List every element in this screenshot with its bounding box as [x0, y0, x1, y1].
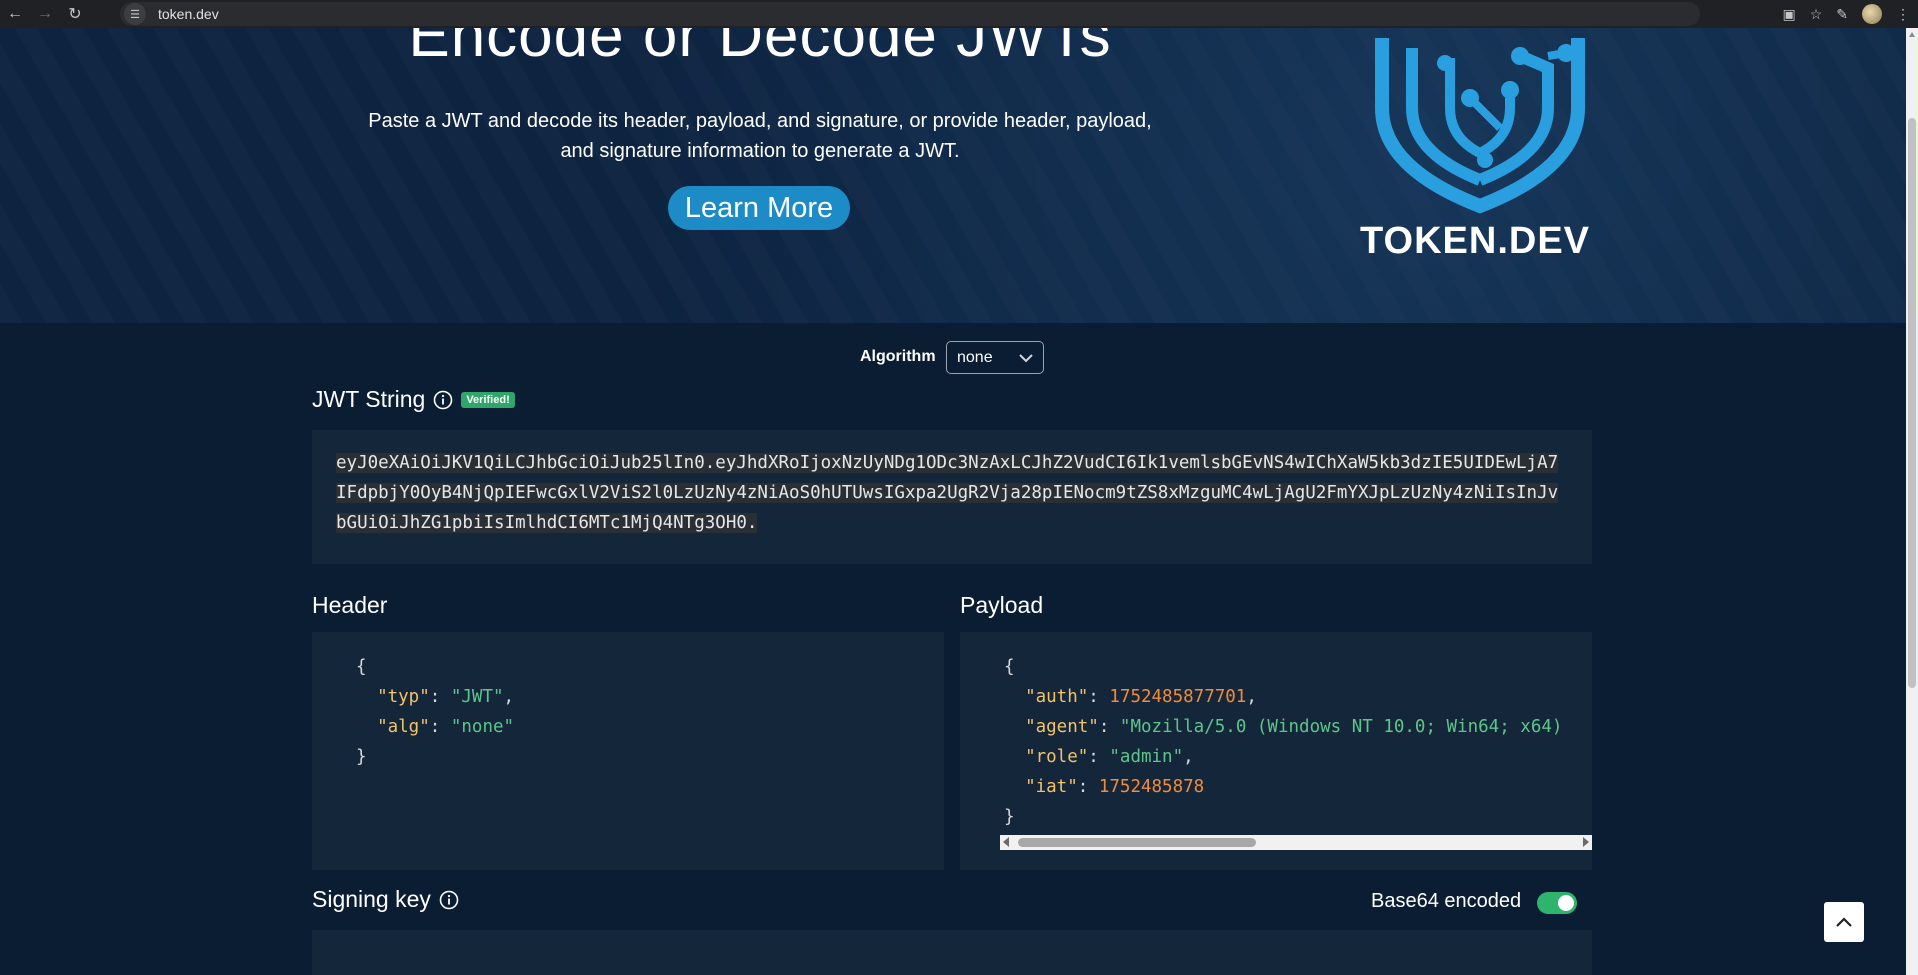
header-title: Header — [312, 592, 388, 618]
extensions-icon[interactable]: ✎ — [1836, 6, 1848, 23]
scroll-left-icon[interactable] — [1003, 837, 1009, 847]
json-value: "none" — [450, 717, 515, 737]
token-dev-shield-logo — [1375, 38, 1585, 214]
site-info-icon[interactable]: ☰ — [124, 3, 146, 25]
back-to-top-button[interactable] — [1824, 902, 1864, 942]
info-icon[interactable] — [433, 390, 453, 410]
signing-key-input[interactable] — [312, 930, 1592, 975]
json-key: "auth" — [1025, 687, 1089, 707]
hero-title: Encode or Decode JWTs — [408, 28, 1112, 70]
page-scrollbar-thumb[interactable] — [1908, 118, 1916, 688]
menu-kebab-icon[interactable]: ⋮ — [1896, 6, 1910, 23]
json-key: "typ" — [377, 687, 430, 707]
algorithm-label: Algorithm — [860, 348, 936, 365]
page-scrollbar[interactable] — [1906, 28, 1918, 975]
verified-badge: Verified! — [461, 391, 515, 408]
base64-encoded-label: Base64 encoded — [1371, 890, 1522, 912]
toggle-knob — [1558, 895, 1574, 911]
bookmark-star-icon[interactable]: ☆ — [1810, 6, 1823, 23]
chevron-down-icon — [1019, 353, 1033, 362]
jwt-string-input[interactable]: eyJ0eXAiOiJKV1QiLCJhbGciOiJub25lIn0.eyJh… — [312, 430, 1592, 564]
algorithm-selected-value: none — [957, 348, 993, 366]
header-json: { "typ": "JWT", "alg": "none" } — [356, 657, 515, 767]
scroll-up-icon[interactable] — [1909, 32, 1915, 37]
scroll-right-icon[interactable] — [1583, 837, 1589, 847]
hero-description-line: and signature information to generate a … — [560, 140, 960, 162]
signing-key-title: Signing key — [312, 886, 431, 912]
install-app-icon[interactable]: ▣ — [1782, 6, 1795, 23]
chevron-up-icon — [1836, 917, 1852, 927]
json-value: "JWT" — [450, 687, 504, 707]
hero-description-line: Paste a JWT and decode its header, paylo… — [368, 110, 1152, 132]
json-key: "agent" — [1025, 717, 1099, 737]
scrollbar-thumb[interactable] — [1018, 838, 1256, 847]
url-text: token.dev — [158, 6, 219, 22]
browser-toolbar: ← → ↻ ☰ token.dev ▣ ☆ ✎ ⋮ — [0, 0, 1918, 28]
json-key: "iat" — [1025, 777, 1078, 797]
info-icon[interactable] — [439, 890, 459, 910]
reload-icon[interactable]: ↻ — [60, 0, 90, 28]
payload-title: Payload — [960, 592, 1044, 618]
base64-encoded-toggle[interactable] — [1537, 892, 1577, 914]
hero-description: Paste a JWT and decode its header, paylo… — [350, 106, 1170, 166]
signing-key-header: Signing key — [312, 886, 459, 913]
learn-more-button[interactable]: Learn More — [668, 186, 850, 230]
forward-icon[interactable]: → — [30, 0, 60, 28]
jwt-string-value: eyJ0eXAiOiJKV1QiLCJhbGciOiJub25lIn0.eyJh… — [336, 453, 1559, 533]
json-key: "alg" — [377, 717, 430, 737]
jwt-string-title: JWT String — [312, 386, 426, 412]
hero-banner: Encode or Decode JWTs Paste a JWT and de… — [0, 28, 1906, 323]
header-editor[interactable]: { "typ": "JWT", "alg": "none" } — [312, 632, 944, 870]
json-value: "admin" — [1109, 747, 1184, 767]
jwt-section-header: JWT String Verified! — [312, 386, 515, 413]
json-value: 1752485877701 — [1109, 687, 1247, 707]
back-icon[interactable]: ← — [0, 0, 30, 28]
json-value: "Mozilla/5.0 (Windows NT 10.0; Win64; x6… — [1119, 717, 1563, 737]
payload-json: { "auth": 1752485877701, "agent": "Mozil… — [1004, 657, 1563, 827]
address-bar[interactable]: ☰ token.dev — [120, 2, 1700, 26]
logo-text: TOKEN.DEV — [1360, 220, 1591, 262]
algorithm-select[interactable]: none — [946, 341, 1044, 374]
profile-avatar[interactable] — [1862, 4, 1882, 24]
json-value: 1752485878 — [1098, 777, 1205, 797]
payload-horizontal-scrollbar[interactable] — [1000, 835, 1592, 850]
json-key: "role" — [1025, 747, 1089, 767]
